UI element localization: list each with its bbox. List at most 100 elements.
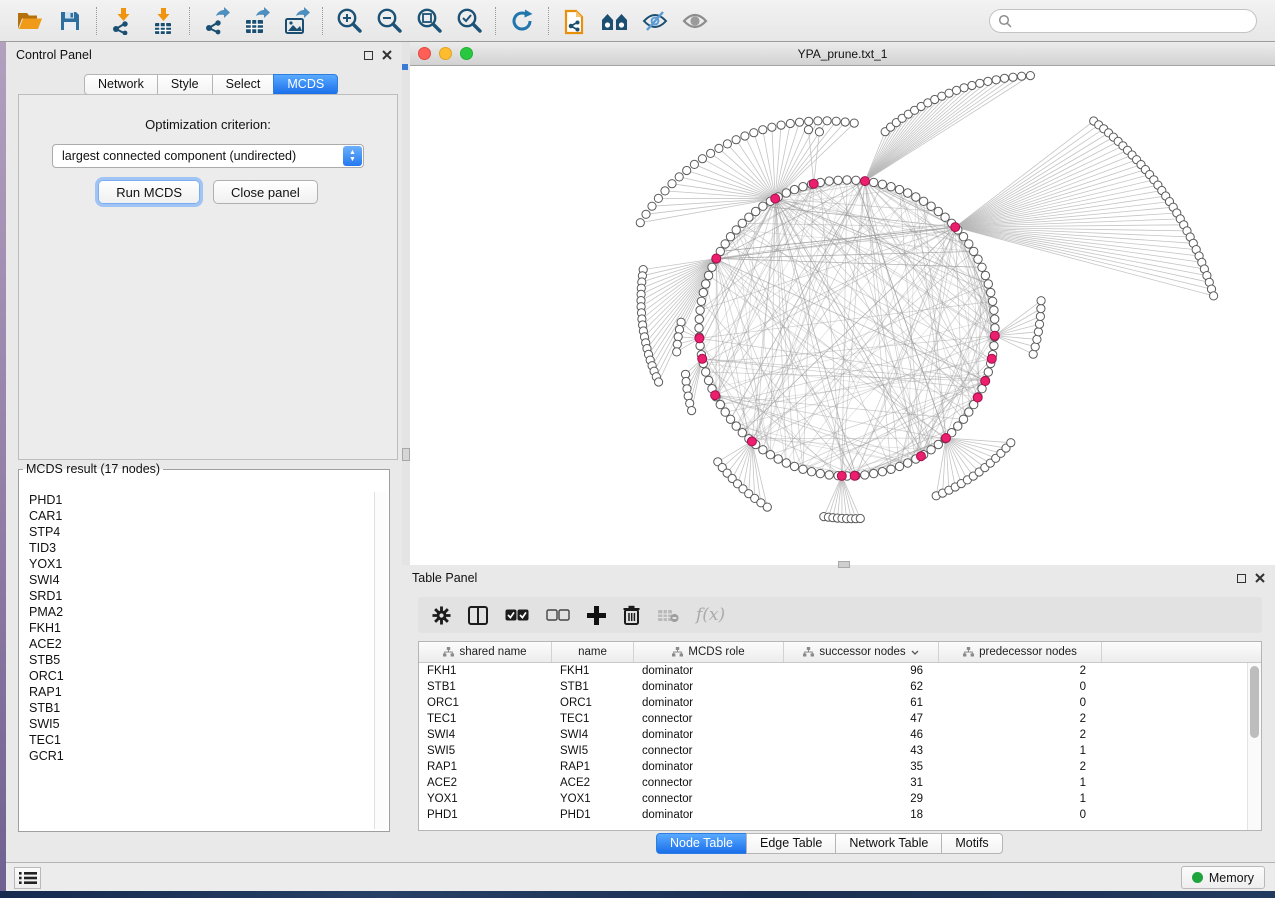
network-node[interactable] [716, 400, 724, 408]
network-node[interactable] [965, 408, 973, 416]
mcds-result-item[interactable]: ORC1 [29, 668, 373, 684]
network-node[interactable] [927, 202, 935, 210]
network-node[interactable] [673, 340, 681, 348]
network-node[interactable] [981, 271, 989, 279]
mcds-result-item[interactable]: ACE2 [29, 636, 373, 652]
table-row[interactable]: SWI4SWI4dominator462 [419, 727, 1261, 743]
network-node[interactable] [721, 240, 729, 248]
mcds-result-scrollbar[interactable] [374, 492, 387, 829]
network-node[interactable] [799, 465, 807, 473]
network-node[interactable] [732, 422, 740, 430]
mcds-result-item[interactable]: YOX1 [29, 556, 373, 572]
network-node[interactable] [809, 179, 818, 188]
tab-network[interactable]: Network [84, 74, 158, 95]
network-node[interactable] [750, 129, 758, 137]
network-node[interactable] [683, 166, 691, 174]
show-columns-icon[interactable] [468, 606, 488, 625]
network-node[interactable] [726, 415, 734, 423]
network-node[interactable] [927, 446, 935, 454]
network-node[interactable] [878, 468, 886, 476]
network-node[interactable] [732, 226, 740, 234]
mcds-result-list[interactable]: PHD1CAR1STP4TID3YOX1SWI4SRD1PMA2FKH1ACE2… [21, 492, 373, 829]
close-table-panel-icon[interactable] [1255, 573, 1265, 583]
network-node[interactable] [987, 354, 996, 363]
export-table-button[interactable] [236, 4, 276, 38]
open-file-button[interactable] [10, 4, 50, 38]
network-node[interactable] [1035, 320, 1043, 328]
mcds-result-item[interactable]: STP4 [29, 524, 373, 540]
export-network-button[interactable] [196, 4, 236, 38]
network-node[interactable] [984, 368, 992, 376]
tab-network-table[interactable]: Network Table [835, 833, 942, 854]
network-node[interactable] [711, 391, 720, 400]
network-node[interactable] [934, 207, 942, 215]
show-panels-button[interactable] [14, 867, 41, 889]
network-node[interactable] [988, 297, 996, 305]
network-node[interactable] [837, 471, 846, 480]
zoom-in-button[interactable] [329, 4, 369, 38]
network-node[interactable] [990, 306, 998, 314]
mcds-result-item[interactable]: SWI5 [29, 716, 373, 732]
tab-node-table[interactable]: Node Table [656, 833, 747, 854]
network-node[interactable] [702, 280, 710, 288]
column-header-name[interactable]: name [552, 642, 634, 662]
network-node[interactable] [745, 213, 753, 221]
network-node[interactable] [954, 422, 962, 430]
column-header-successor-nodes[interactable]: successor nodes [784, 642, 939, 662]
network-node[interactable] [976, 79, 984, 87]
network-node[interactable] [799, 183, 807, 191]
network-node[interactable] [688, 407, 696, 415]
network-node[interactable] [887, 465, 895, 473]
network-node[interactable] [654, 194, 662, 202]
zoom-selected-button[interactable] [449, 4, 489, 38]
network-node[interactable] [715, 144, 723, 152]
network-node[interactable] [712, 254, 721, 263]
import-network-button[interactable] [103, 4, 143, 38]
network-node[interactable] [952, 86, 960, 94]
zoom-out-button[interactable] [369, 4, 409, 38]
float-table-panel-icon[interactable] [1237, 574, 1246, 583]
table-scrollbar[interactable] [1247, 663, 1261, 830]
network-node[interactable] [841, 118, 849, 126]
network-node[interactable] [978, 263, 986, 271]
network-node[interactable] [984, 280, 992, 288]
network-node[interactable] [698, 354, 707, 363]
network-node[interactable] [684, 392, 692, 400]
network-node[interactable] [904, 189, 912, 197]
network-node[interactable] [974, 255, 982, 263]
table-options-gear-icon[interactable] [432, 606, 451, 625]
network-node[interactable] [843, 176, 851, 184]
mcds-result-item[interactable]: CAR1 [29, 508, 373, 524]
network-node[interactable] [732, 136, 740, 144]
network-node[interactable] [970, 247, 978, 255]
run-mcds-button[interactable]: Run MCDS [98, 180, 200, 204]
network-node[interactable] [1037, 297, 1045, 305]
network-node[interactable] [695, 315, 703, 323]
network-node[interactable] [763, 503, 771, 511]
network-node[interactable] [942, 434, 951, 443]
memory-button[interactable]: Memory [1181, 866, 1265, 889]
network-node[interactable] [814, 117, 822, 125]
network-node[interactable] [941, 213, 949, 221]
network-node[interactable] [721, 408, 729, 416]
search-field[interactable] [989, 9, 1257, 33]
mcds-result-item[interactable]: SWI4 [29, 572, 373, 588]
network-node[interactable] [968, 81, 976, 89]
network-node[interactable] [1007, 439, 1015, 447]
mcds-result-item[interactable]: PHD1 [29, 492, 373, 508]
network-node[interactable] [990, 342, 998, 350]
network-canvas[interactable] [410, 66, 1275, 565]
network-node[interactable] [704, 376, 712, 384]
network-node[interactable] [1034, 328, 1042, 336]
network-node[interactable] [987, 288, 995, 296]
network-node[interactable] [1026, 72, 1034, 80]
column-header-MCDS-role[interactable]: MCDS role [634, 642, 784, 662]
network-node[interactable] [790, 185, 798, 193]
zoom-fit-button[interactable] [409, 4, 449, 38]
network-node[interactable] [959, 233, 967, 241]
mcds-result-item[interactable]: TEC1 [29, 732, 373, 748]
table-row[interactable]: FKH1FKH1dominator962 [419, 663, 1261, 679]
network-node[interactable] [981, 377, 990, 386]
table-row[interactable]: ACE2ACE2connector311 [419, 775, 1261, 791]
tab-select[interactable]: Select [212, 74, 275, 95]
